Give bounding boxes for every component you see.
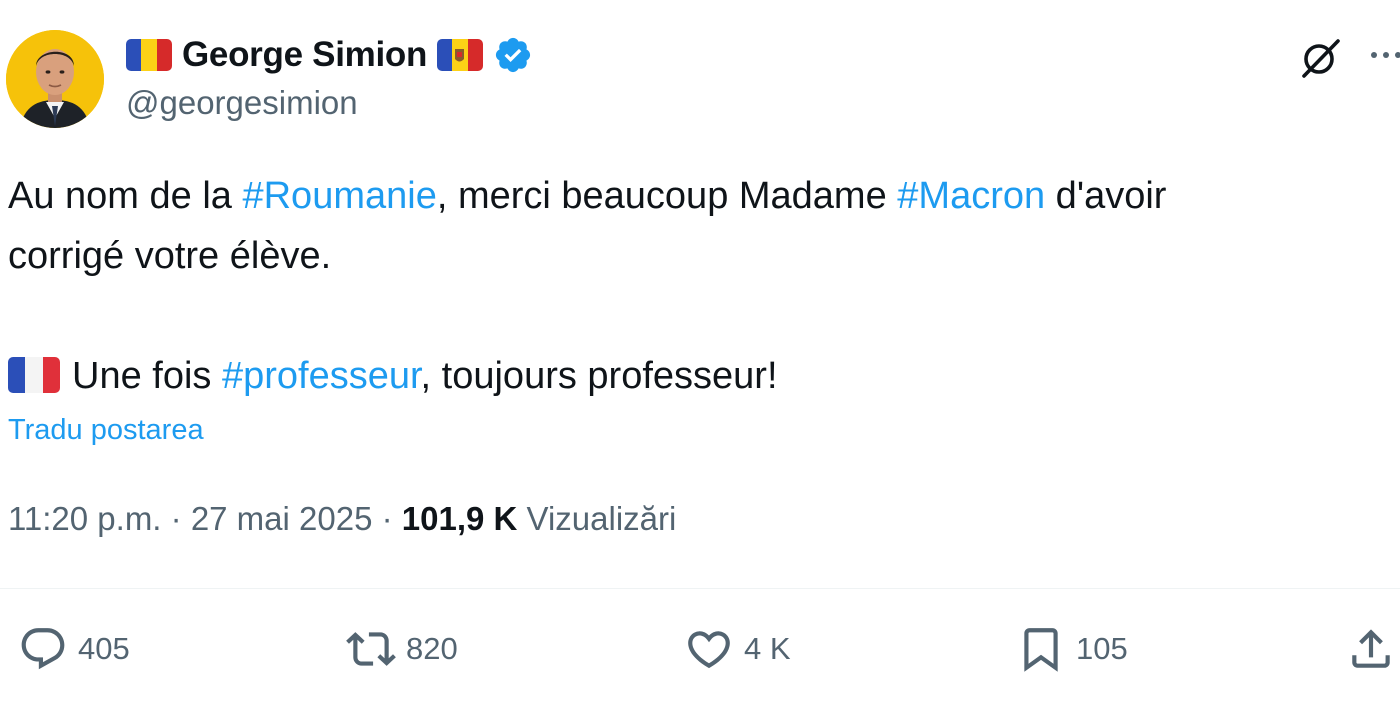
like-icon — [688, 631, 730, 669]
like-count: 4 K — [744, 631, 791, 666]
share-icon — [1352, 629, 1390, 668]
text-segment: Au nom de la — [8, 175, 243, 217]
tweet-card: George Simion @georgesimion Au nom de la… — [0, 0, 1400, 720]
tweet-text-line-2: corrigé votre élève. — [8, 235, 332, 277]
grok-icon[interactable] — [1298, 38, 1344, 78]
moldova-coat-of-arms-icon — [455, 49, 465, 62]
text-segment: Une fois — [72, 355, 222, 397]
repost-count: 820 — [406, 631, 458, 666]
bookmark-icon — [1024, 628, 1058, 672]
reply-icon — [21, 628, 65, 670]
france-flag-icon — [8, 357, 60, 393]
repost-button[interactable]: 820 — [346, 622, 458, 676]
tweet-text: Au nom de la #Roumanie, merci beaucoup M… — [8, 166, 1388, 406]
share-button[interactable] — [1346, 622, 1396, 676]
text-segment: , merci beaucoup Madame — [436, 175, 898, 217]
author-name-row[interactable]: George Simion — [126, 32, 533, 78]
tweet-meta: 11:20 p.m. · 27 mai 2025 · 101,9 K Vizua… — [8, 500, 676, 538]
tweet-time[interactable]: 11:20 p.m. — [8, 500, 161, 537]
bookmark-button[interactable]: 105 — [1016, 622, 1128, 676]
avatar[interactable] — [6, 30, 104, 128]
divider — [0, 588, 1400, 589]
repost-icon — [346, 632, 396, 666]
author-handle[interactable]: @georgesimion — [126, 84, 358, 122]
avatar-portrait — [6, 30, 104, 128]
bookmark-count: 105 — [1076, 631, 1128, 666]
like-button[interactable]: 4 K — [684, 622, 791, 676]
reply-button[interactable]: 405 — [18, 622, 130, 676]
views-count: 101,9 K — [401, 500, 518, 537]
meta-separator: · — [161, 500, 191, 537]
verified-badge-icon[interactable] — [493, 35, 533, 75]
hashtag-link[interactable]: #Roumanie — [242, 175, 436, 217]
moldova-flag-icon — [437, 39, 484, 71]
hashtag-link[interactable]: #Macron — [897, 175, 1045, 217]
meta-separator: · — [372, 500, 402, 537]
more-icon[interactable] — [1366, 40, 1400, 70]
text-segment: , toujours professeur! — [420, 355, 778, 397]
reply-count: 405 — [78, 631, 130, 666]
hashtag-link[interactable]: #professeur — [222, 355, 421, 397]
text-segment: d'avoir — [1045, 175, 1167, 217]
tweet-date[interactable]: 27 mai 2025 — [191, 500, 373, 537]
translate-link[interactable]: Tradu postarea — [8, 414, 204, 447]
romania-flag-icon — [126, 39, 172, 71]
display-name[interactable]: George Simion — [182, 35, 427, 75]
tweet-text-line-1: Au nom de la #Roumanie, merci beaucoup M… — [8, 166, 1388, 226]
tweet-text-line-3: Une fois #professeur, toujours professeu… — [8, 346, 1388, 406]
views-label: Vizualizări — [526, 500, 677, 537]
